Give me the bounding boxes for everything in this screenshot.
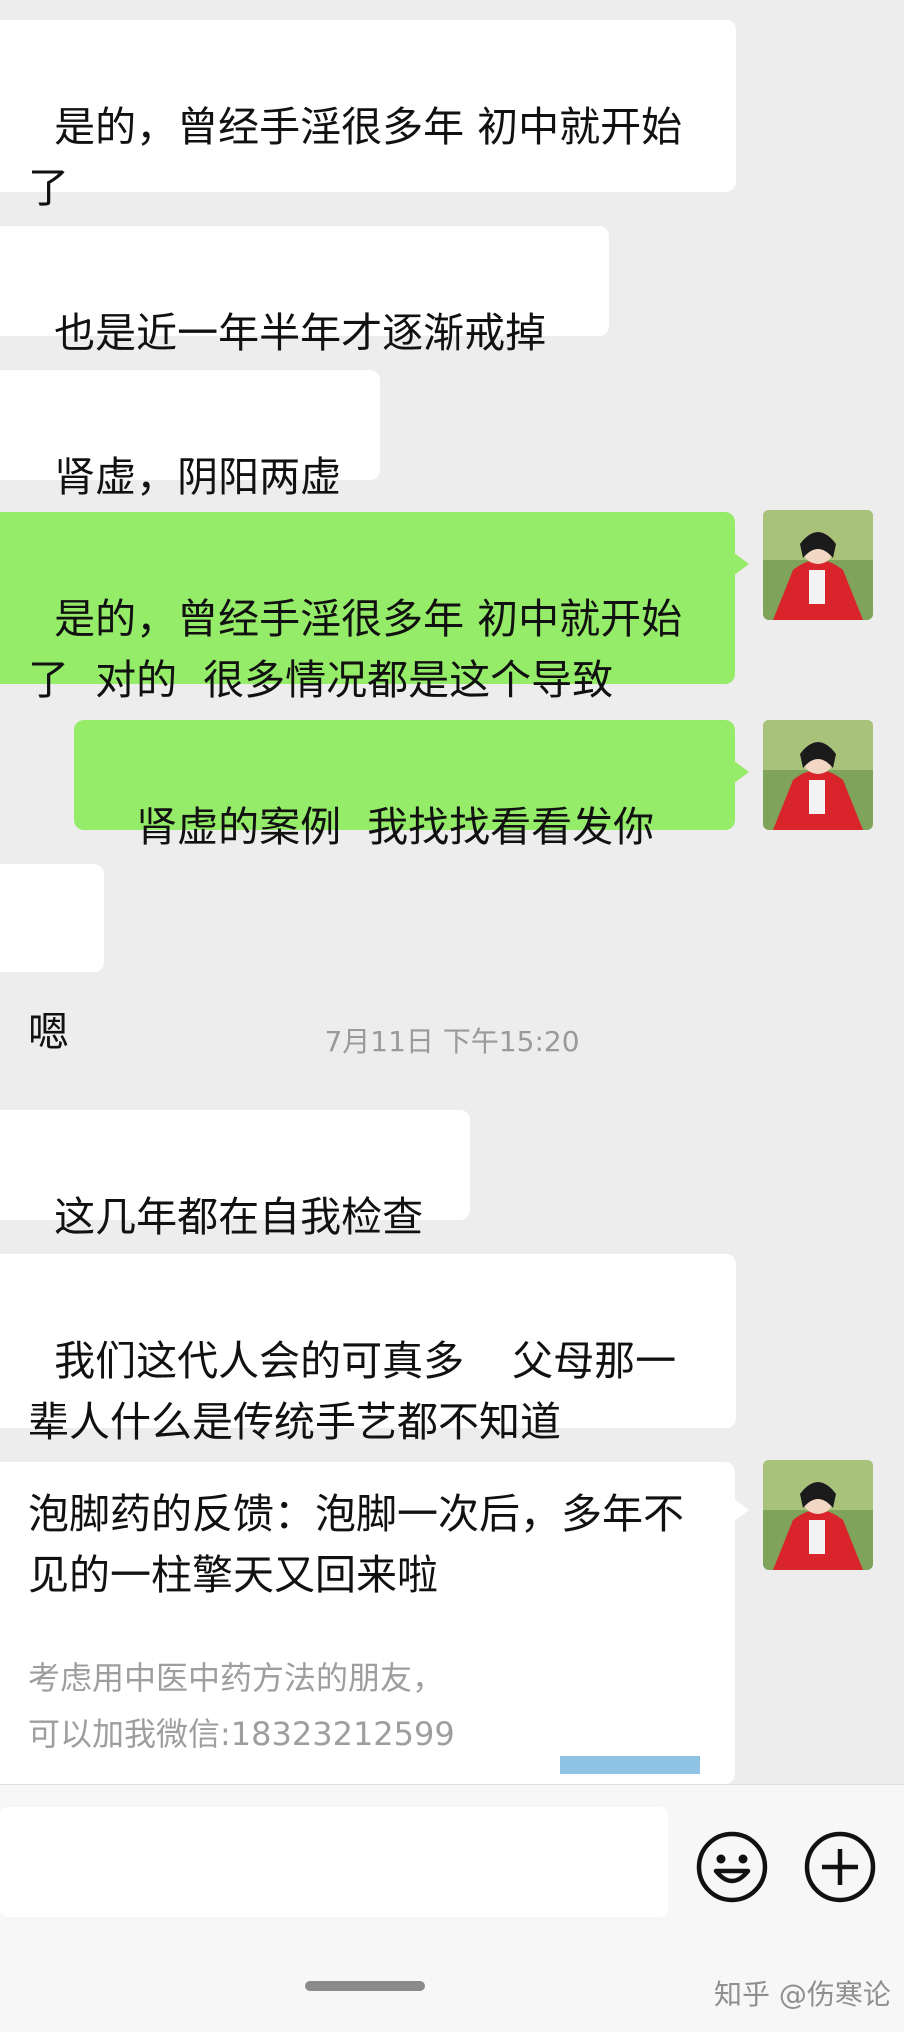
link-card-message[interactable]: 泡脚药的反馈：泡脚一次后，多年不见的一柱擎天又回来啦 考虑用中医中药方法的朋友，… xyxy=(0,1462,749,1784)
avatar[interactable] xyxy=(763,510,873,620)
message-incoming-4[interactable]: 嗯 xyxy=(0,864,104,1056)
card-description: 考虑用中医中药方法的朋友， 可以加我微信:18323212599 xyxy=(28,1659,455,1753)
message-outgoing-1[interactable]: 是的，曾经手淫很多年 初中就开始了 对的 很多情况都是这个导致 xyxy=(0,512,749,704)
home-indicator[interactable] xyxy=(305,1981,425,1991)
avatar-image xyxy=(763,720,873,830)
message-incoming-5[interactable]: 这几年都在自我检查 xyxy=(0,1110,470,1241)
watermark: 知乎 @伤寒论 xyxy=(714,1978,891,2011)
message-incoming-3[interactable]: 肾虚，阴阳两虚 xyxy=(0,370,380,501)
avatar[interactable] xyxy=(763,720,873,830)
message-incoming-6[interactable]: 我们这代人会的可真多 父母那一辈人什么是传统手艺都不知道 xyxy=(0,1254,736,1508)
timestamp: 7月11日 下午15:20 xyxy=(324,1025,580,1058)
message-incoming-2[interactable]: 也是近一年半年才逐渐戒掉 xyxy=(0,226,609,357)
avatar[interactable] xyxy=(763,1460,873,1570)
message-text: 也是近一年半年才逐渐戒掉 xyxy=(54,309,547,357)
message-text: 是的，曾经手淫很多年 初中就开始了 对的 很多情况都是这个导致 xyxy=(28,595,683,704)
message-text: 肾虚，阴阳两虚 xyxy=(54,453,342,501)
message-text-part1: 我们这代人会的可真多 xyxy=(54,1337,465,1385)
avatar-image xyxy=(763,1460,873,1570)
message-text: 肾虚的案例 我找找看看发你 xyxy=(136,803,655,851)
avatar-image xyxy=(763,510,873,620)
smiley-face-icon[interactable] xyxy=(694,1829,770,1905)
crying-laughing-emoji-icon xyxy=(464,1340,512,1508)
message-outgoing-2[interactable]: 肾虚的案例 我找找看看发你 xyxy=(74,720,749,851)
card-title: 泡脚药的反馈：泡脚一次后，多年不见的一柱擎天又回来啦 xyxy=(28,1490,684,1599)
message-input[interactable] xyxy=(0,1807,668,1917)
input-bar: 知乎 @伤寒论 xyxy=(0,1784,904,2032)
plus-circle-icon[interactable] xyxy=(802,1829,878,1905)
message-incoming-1[interactable]: 是的，曾经手淫很多年 初中就开始了 xyxy=(0,20,736,212)
message-text: 是的，曾经手淫很多年 初中就开始了 xyxy=(28,103,683,212)
message-text: 这几年都在自我检查 xyxy=(54,1193,424,1241)
card-thumbnail xyxy=(560,1634,700,1774)
